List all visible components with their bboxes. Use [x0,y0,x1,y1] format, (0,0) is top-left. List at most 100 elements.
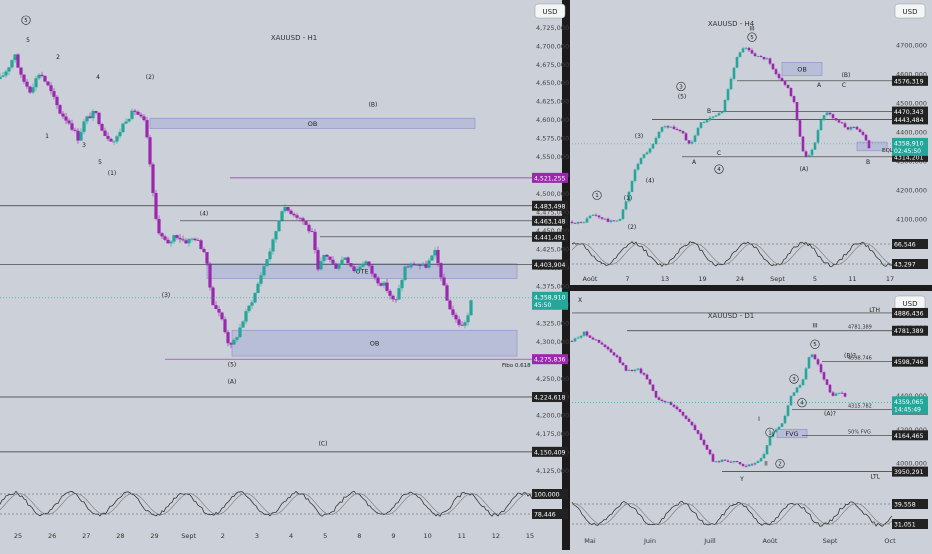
time-axis-label: 7 [625,275,629,283]
price-axis-label: 4000,000 [896,460,927,468]
candle-body [741,48,745,53]
candle-body [118,131,122,137]
candle-body [181,239,185,241]
candle-body [238,327,242,338]
time-axis-label: 11 [848,275,856,283]
candle-body [654,390,658,398]
candle-body [645,152,649,155]
price-axis-label: 4,375,000 [536,282,569,290]
candle-body [705,444,709,450]
price-level-tag: 4164,465 [892,430,928,441]
candle-body [813,354,817,360]
candle-body [235,337,239,340]
candle-body [576,221,580,224]
current-price-value: 4,358,910 [534,294,566,301]
wave-label: (B)? [844,352,856,359]
candle-body [615,355,619,358]
time-axis-label: 19 [698,275,706,283]
candle-body [79,131,83,141]
candle-body [10,60,14,68]
oscillator-main-line [0,490,533,517]
candle-body [621,209,625,220]
candle-body [298,217,302,219]
candle-body [606,218,610,222]
candle-body [708,117,712,121]
candle-body [696,127,700,136]
candle-body [427,260,431,268]
time-axis-label: Août [763,537,778,545]
candle-body [283,206,287,212]
time-axis-label: 13 [661,275,669,283]
candle-body [783,415,787,424]
wave-label: (4) [646,178,655,185]
candle-body [786,84,790,88]
chart-title: XAUUSD - H1 [271,34,317,42]
candle-body [681,411,685,416]
multi-chart-canvas[interactable]: XAUUSD - H1 USD 4,725,000 4,700,000 4,675,00… [0,0,932,550]
candle-body [774,69,778,75]
price-level-tag-text: 3950,291 [894,469,924,476]
candle-body [226,332,230,344]
candle-body [789,395,793,406]
wave-label: 5 [750,35,754,41]
candle-body [460,324,464,326]
wave-label: I [758,416,760,423]
candle-body [133,110,137,112]
candle-body [756,461,760,463]
candle-body [792,392,796,396]
candle-body [795,102,799,121]
currency-badge: USD [534,3,566,19]
price-level-tag: 4576,319 [892,75,928,86]
candle-body [211,287,215,306]
time-axis-label: 5 [323,532,327,540]
candle-body [687,140,691,144]
candle-body [322,254,326,262]
candle-body [76,130,80,141]
candle-body [624,201,628,210]
oscillator-main-line [571,241,893,268]
candle-body [97,112,101,125]
chart-panel-1: XAUUSD - H1 USD 4,725,000 4,700,000 4,675,00… [0,3,569,540]
candle-body [705,120,709,123]
candle-body [262,266,266,276]
candle-body [660,399,664,402]
candle-body [753,53,757,57]
current-price-tag: 4358,91002:45:50 [892,137,928,156]
candle-body [34,78,38,88]
candle-body [816,359,820,365]
candle-body [334,263,338,269]
price-axis-label: 4,200,000 [536,412,569,420]
candle-body [454,314,458,320]
time-axis-label: 29 [150,532,158,540]
candle-body [633,169,637,181]
candle-body [804,151,808,157]
fib-label: Fibo 0.618 [502,363,531,369]
candle-body [654,137,658,145]
wave-label: B [866,159,870,166]
time-axis-label: 3 [255,532,259,540]
wave-label: (5) [228,361,237,368]
candle-body [606,346,610,350]
candle-body [208,263,212,288]
candle-body [193,238,197,241]
candle-body [642,154,646,158]
candle-body [13,54,17,61]
panel-separator-horizontal [570,285,932,291]
candle-body [777,426,781,430]
candle-body [451,309,455,315]
candle-body [699,122,703,128]
wave-label: (C) [319,440,328,447]
candle-body [61,113,65,117]
candle-body [463,322,467,326]
candle-body [699,433,703,440]
candle-body [205,252,209,264]
time-axis-label: 17 [886,275,894,283]
candle-body [25,81,29,87]
wave-label: (1) [108,170,117,177]
current-price-tag: 4,358,91045:50 [532,291,568,310]
oscillator-tag-text: 31,051 [894,522,916,529]
time-axis-label: 5 [813,275,817,283]
candle-body [157,218,161,234]
candle-body [738,462,742,465]
candle-body [340,259,344,265]
